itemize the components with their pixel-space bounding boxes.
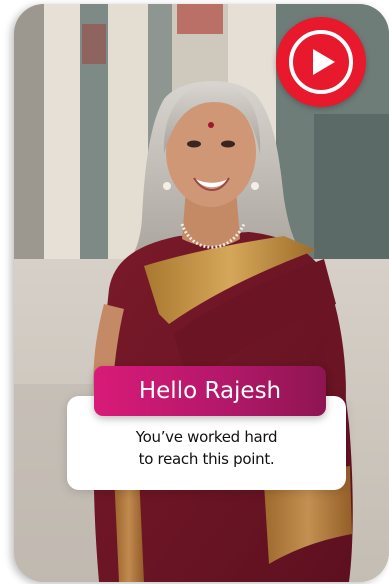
youtube-play-button[interactable] [276,17,366,107]
greeting-banner: Hello Rajesh [94,366,326,416]
message-line-1: You’ve worked hard [135,428,278,446]
message-line-2: to reach this point. [138,450,275,468]
play-icon [313,49,335,75]
play-ring [289,30,353,94]
message-text: You’ve worked hard to reach this point. [67,426,346,470]
video-card[interactable]: You’ve worked hard to reach this point. … [14,4,389,582]
